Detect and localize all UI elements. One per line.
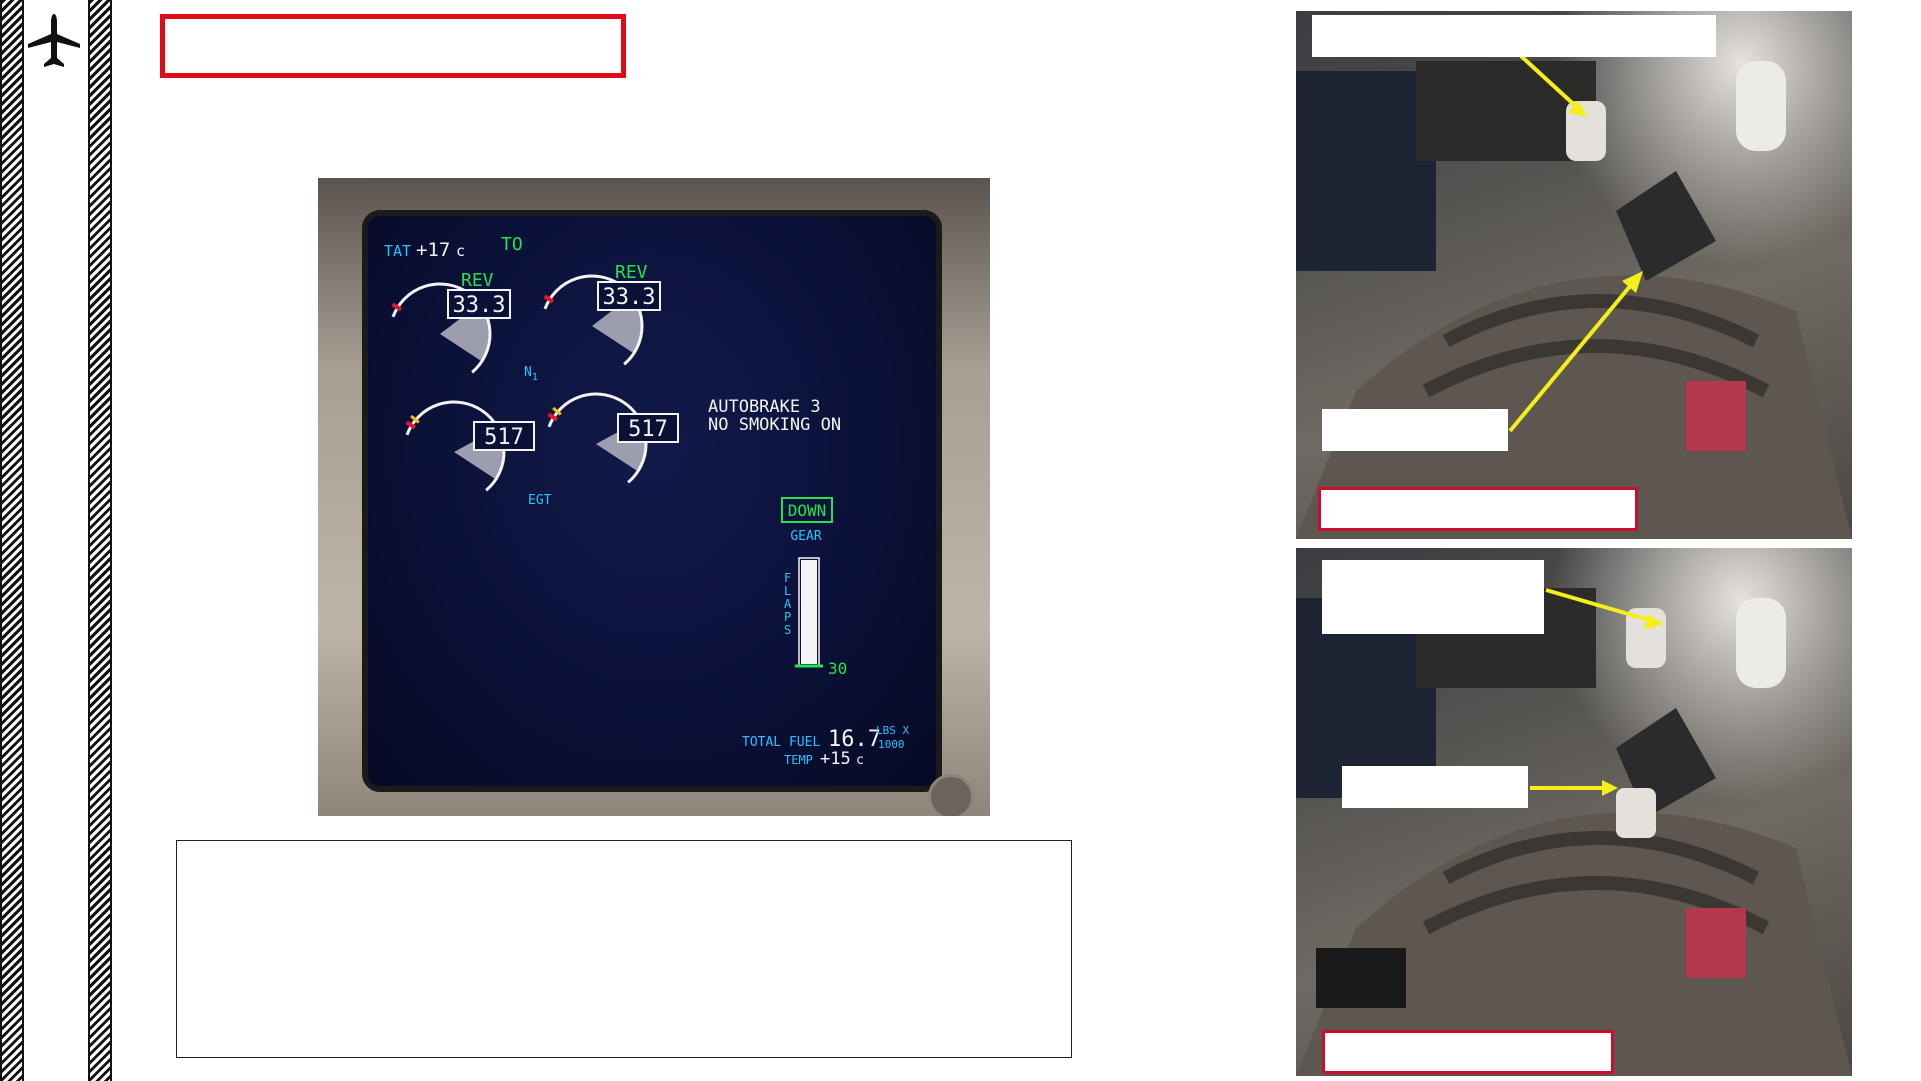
airplane-icon [28, 14, 80, 67]
tat-value: +17 [416, 239, 450, 261]
gear-label: GEAR [790, 529, 821, 544]
callout-label-red-top [1318, 487, 1638, 531]
n1-left-gauge: REV 33.3 [391, 270, 511, 374]
temp-unit: c [856, 753, 864, 768]
photo-reverser-lever-lower [1616, 788, 1656, 838]
eicas-screen: TAT +17 c TO REV 33.3 REV 33.3 N1 517 51… [362, 210, 942, 792]
egt-right-gauge: 517 [547, 392, 679, 484]
callout-label-4 [1342, 766, 1528, 808]
message-autobrake: AUTOBRAKE 3 [708, 397, 821, 417]
caption-box [176, 840, 1072, 1058]
flaps-fill [801, 560, 817, 664]
n1-right-gauge: REV 33.3 [543, 262, 661, 366]
n1-right-status: REV [615, 262, 648, 283]
fuel-unit-1: LBS X [876, 724, 909, 737]
tat-unit: c [456, 242, 465, 260]
throttle-photo-bottom [1296, 548, 1852, 1076]
eicas-display: TAT +17 c TO REV 33.3 REV 33.3 N1 517 51… [318, 178, 990, 816]
temp-value: +15 [820, 749, 851, 769]
message-no-smoking: NO SMOKING ON [708, 415, 841, 435]
annotation-arrowhead-4 [1602, 780, 1618, 796]
callout-label-red-bottom [1322, 1030, 1614, 1074]
callout-label-2 [1322, 409, 1508, 451]
egt-left-value: 517 [484, 425, 524, 450]
n1-left-status: REV [461, 270, 494, 291]
margin-hatch-left [0, 0, 24, 1081]
temp-label: TEMP [784, 753, 813, 767]
title-box [160, 14, 626, 78]
photo-handle [1736, 598, 1786, 688]
photo-dark-panel [1316, 948, 1406, 1008]
photo-thrust-lever [1616, 171, 1716, 281]
total-fuel-label: TOTAL FUEL [742, 735, 820, 750]
callout-label-1 [1312, 15, 1716, 57]
photo-screen [1296, 71, 1436, 271]
photo-red-switches [1686, 908, 1746, 978]
throttle-photo-top [1296, 11, 1852, 539]
bezel-knob [928, 774, 974, 816]
fuel-unit-2: 1000 [878, 738, 905, 751]
egt-right-value: 517 [628, 417, 668, 442]
flaps-label: FLAPS [784, 571, 792, 637]
n1-left-value: 33.3 [453, 293, 506, 318]
gear-status: DOWN [788, 501, 827, 520]
margin-hatch-right [88, 0, 112, 1081]
egt-label: EGT [528, 493, 552, 508]
thrust-mode: TO [501, 234, 523, 255]
n1-label: N1 [524, 365, 538, 383]
photo-handle [1736, 61, 1786, 151]
flaps-value: 30 [828, 659, 847, 678]
callout-label-3 [1322, 560, 1544, 634]
n1-right-value: 33.3 [603, 285, 656, 310]
tat-label: TAT [384, 242, 411, 260]
photo-red-switches [1686, 381, 1746, 451]
egt-left-gauge: 517 [405, 400, 535, 492]
